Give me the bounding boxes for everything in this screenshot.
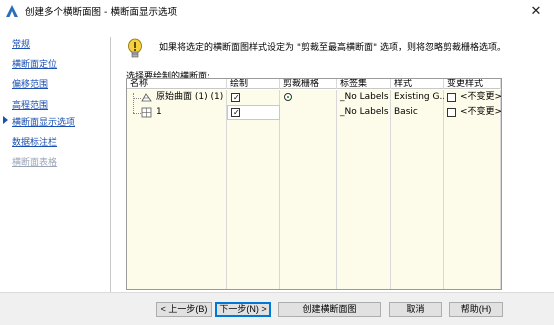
back-button[interactable]: < 上一步(B) [156,302,212,317]
col-header-name[interactable]: 名称 [127,79,227,89]
row-name: 1 [156,107,162,117]
corridor-icon [141,107,152,121]
next-button[interactable]: 下一步(N) > [215,302,271,317]
current-step-arrow-icon [3,116,8,124]
create-section-views-button[interactable]: 创建横断面图 [278,302,381,317]
nav-offset-range[interactable]: 偏移范围 [12,77,48,90]
clip-grid-radio[interactable] [284,93,292,101]
style-cell[interactable]: Basic [391,105,444,120]
sections-table: 名称 绘制 剪裁栅格 标签集 样式 变更样式 原始曲面 (1) (1) ✓ _N… [126,78,502,290]
table-header: 名称 绘制 剪裁栅格 标签集 样式 变更样式 [127,79,501,89]
window-title: 创建多个横断面图 - 横断面显示选项 [25,7,177,18]
label-set-cell[interactable]: _No Labels [337,105,391,120]
nav-section-placement[interactable]: 横断面定位 [12,57,57,70]
nav-general[interactable]: 常规 [12,37,30,50]
row-name: 原始曲面 (1) (1) [156,92,224,102]
nav-section-display-options[interactable]: 横断面显示选项 [12,115,75,128]
info-message: 如果将选定的横断面图样式设定为 "剪裁至最高横断面" 选项，则将忽略剪裁栅格选项… [159,43,507,53]
nav-section-tables: 横断面表格 [12,158,58,168]
change-style-checkbox[interactable] [447,108,456,117]
lightbulb-icon [126,38,144,60]
change-style-text: <不变更> [460,107,501,117]
nav-elevation-range[interactable]: 高程范围 [12,98,48,111]
style-cell[interactable]: Existing G... [391,90,444,105]
surface-icon [141,92,152,106]
table-row[interactable]: 1 ✓ _No Labels Basic <不变更> [127,105,501,120]
change-style-text: <不变更> [460,92,501,102]
cancel-button[interactable]: 取消 [389,302,442,317]
sidebar-divider [110,37,111,292]
col-header-clip-grid[interactable]: 剪裁栅格 [280,79,337,89]
title-bar: 创建多个横断面图 - 横断面显示选项 ✕ [0,0,554,22]
col-header-change-style[interactable]: 变更样式 [444,79,501,89]
col-header-draw[interactable]: 绘制 [227,79,280,89]
col-header-style[interactable]: 样式 [391,79,444,89]
change-style-checkbox[interactable] [447,93,456,102]
draw-checkbox[interactable]: ✓ [231,108,240,117]
col-header-label-set[interactable]: 标签集 [337,79,391,89]
table-row[interactable]: 原始曲面 (1) (1) ✓ _No Labels Existing G... … [127,90,501,105]
help-button[interactable]: 帮助(H) [449,302,503,317]
civil3d-app-icon [5,4,19,18]
draw-checkbox[interactable]: ✓ [231,93,240,102]
label-set-cell[interactable]: _No Labels [337,90,391,105]
close-icon[interactable]: ✕ [528,3,544,19]
nav-data-bands[interactable]: 数据标注栏 [12,135,57,148]
